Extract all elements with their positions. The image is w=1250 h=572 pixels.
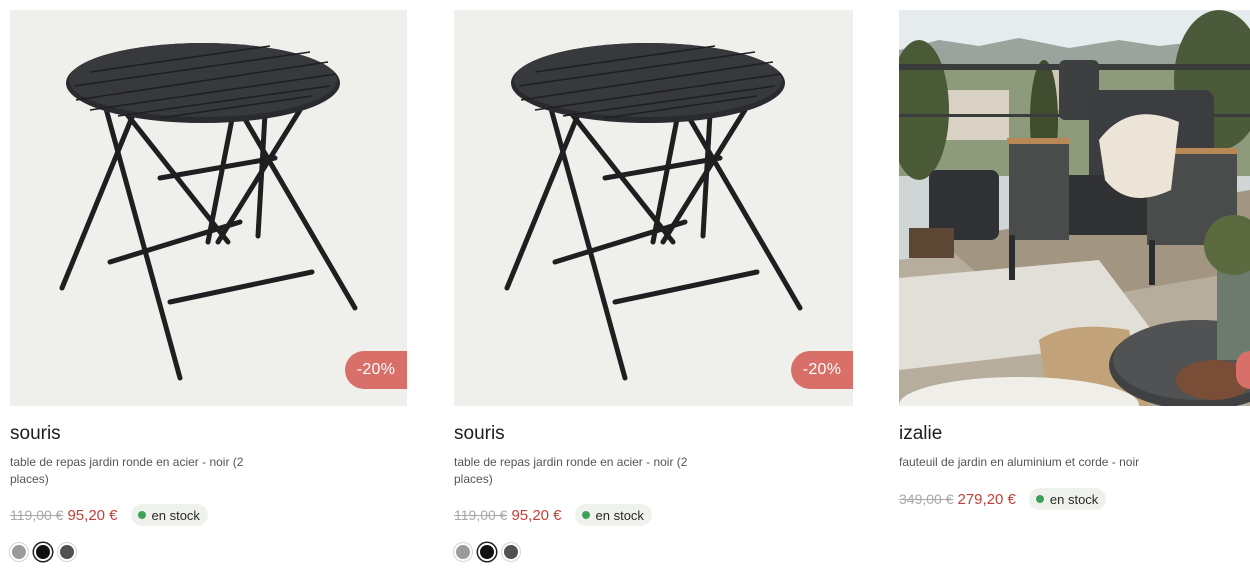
discount-badge: -20% xyxy=(791,351,853,389)
old-price: 349,00 € xyxy=(899,491,954,507)
old-price: 119,00 € xyxy=(454,507,508,523)
discount-badge xyxy=(1236,351,1250,389)
swatch-grey[interactable] xyxy=(10,543,28,561)
sale-price: 95,20 € xyxy=(511,506,562,524)
garden-armchair-photo xyxy=(899,10,1250,406)
stock-dot-icon xyxy=(581,511,590,519)
swatch-black[interactable] xyxy=(34,543,52,561)
stock-badge: en stock xyxy=(574,504,652,526)
product-image[interactable]: -20% xyxy=(10,10,407,406)
color-swatches xyxy=(454,543,526,561)
product-card[interactable]: -20% souris table de repas jardin ronde … xyxy=(454,10,853,561)
stock-dot-icon xyxy=(1035,495,1044,503)
price-row: 119,00 € 95,20 € en stock xyxy=(454,504,652,526)
product-description[interactable]: fauteuil de jardin en aluminium et corde… xyxy=(899,454,1199,471)
product-description[interactable]: table de repas jardin ronde en acier - n… xyxy=(10,454,270,488)
discount-badge: -20% xyxy=(345,351,407,389)
old-price: 119,00 € xyxy=(10,507,64,523)
stock-badge: en stock xyxy=(1028,488,1107,510)
swatch-dark-grey[interactable] xyxy=(58,543,76,561)
price-row: 349,00 € 279,20 € en stock xyxy=(899,488,1107,510)
color-swatches xyxy=(10,543,82,561)
stock-dot-icon xyxy=(137,511,146,519)
swatch-dark-grey[interactable] xyxy=(502,543,520,561)
product-image[interactable]: -20% xyxy=(454,10,853,406)
product-description[interactable]: table de repas jardin ronde en acier - n… xyxy=(454,454,714,488)
product-card[interactable]: -20% souris table de repas jardin ronde … xyxy=(10,10,407,561)
stock-badge: en stock xyxy=(130,504,208,526)
stock-label: en stock xyxy=(595,507,644,523)
product-name[interactable]: souris xyxy=(454,423,505,445)
price-row: 119,00 € 95,20 € en stock xyxy=(10,504,208,526)
product-card[interactable]: izalie fauteuil de jardin en aluminium e… xyxy=(899,10,1250,510)
swatch-grey[interactable] xyxy=(454,543,472,561)
sale-price: 279,20 € xyxy=(957,490,1016,508)
folding-table-illustration xyxy=(504,43,803,381)
product-image[interactable] xyxy=(899,10,1250,406)
product-name[interactable]: souris xyxy=(10,423,61,445)
stock-label: en stock xyxy=(151,507,200,523)
folding-table-illustration xyxy=(59,43,358,381)
sale-price: 95,20 € xyxy=(67,506,118,524)
swatch-black[interactable] xyxy=(478,543,496,561)
product-name[interactable]: izalie xyxy=(899,423,942,445)
stock-label: en stock xyxy=(1049,491,1099,507)
